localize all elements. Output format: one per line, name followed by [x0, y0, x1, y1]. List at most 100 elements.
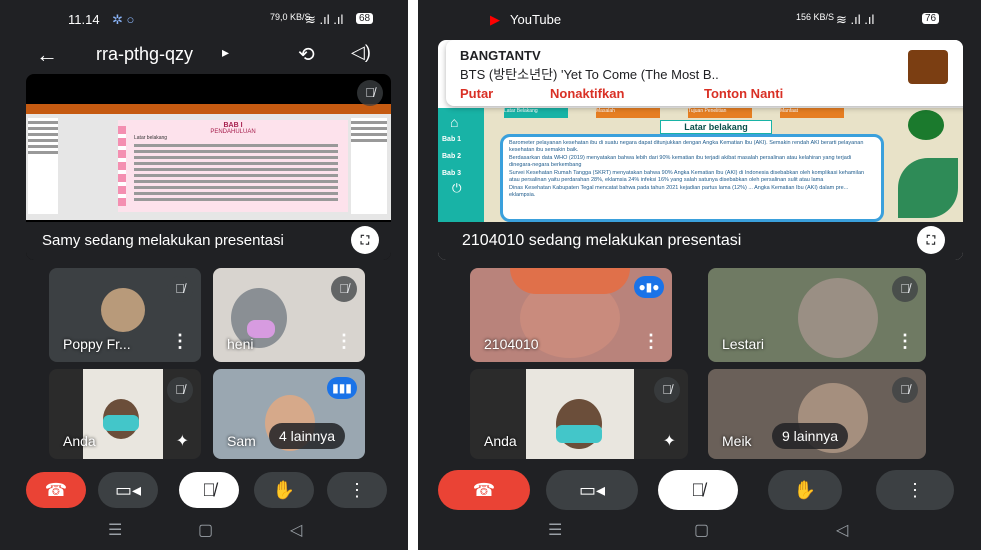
signal-icon: ≋ .ıl .ıl — [305, 12, 344, 27]
participant-tile[interactable]: ●▮● 2104010 ⋮ — [470, 268, 672, 362]
presentation-caption: Samy sedang melakukan presentasi — [42, 232, 284, 249]
hangup-button[interactable]: ☎ — [26, 472, 86, 508]
participant-name: Lestari — [722, 336, 765, 352]
notification-channel: BANGTANTV — [460, 48, 541, 63]
switch-camera-icon[interactable]: ⟲ — [298, 42, 315, 67]
phone-hangup-icon: ☎ — [44, 480, 68, 500]
slide-tab: Masalah — [596, 108, 660, 118]
participant-name: Anda — [484, 433, 517, 449]
more-button[interactable]: ⋮ — [876, 470, 954, 510]
participant-tile[interactable]: 🎙̸ Lestari ⋮ — [708, 268, 926, 362]
slide-tab: Manfaat — [780, 108, 844, 118]
watch-later-action[interactable]: Tonton Nanti — [704, 86, 783, 101]
mic-off-icon: 🎙̸ — [892, 377, 918, 403]
slide-bullet: Barometer pelayanan kesehatan ibu di sua… — [509, 140, 864, 153]
participant-tile[interactable]: ▮▮▮ Sam 4 lainnya — [213, 369, 365, 459]
university-logo-icon — [908, 110, 944, 140]
mic-off-icon: 🎙̸ — [167, 377, 193, 403]
battery-icon: 76 — [922, 13, 940, 24]
mic-button[interactable]: 🎙̸ — [179, 472, 239, 508]
participant-name: heni — [227, 336, 254, 352]
slide-heading: Latar belakang — [660, 120, 772, 134]
slide-heading: Latar belakang — [134, 135, 168, 141]
mic-button[interactable]: 🎙̸ — [658, 470, 738, 510]
chevron-right-icon[interactable]: ▸ — [222, 44, 229, 61]
recents-icon[interactable]: ☰ — [548, 520, 562, 540]
signal-icon: ≋ .ıl .ıl — [836, 12, 875, 27]
settings-icon: ✲ ○ — [112, 12, 135, 27]
participant-tile[interactable]: 🎙̸ Anda ✦ — [470, 369, 688, 459]
mic-off-icon: 🎙̸ — [691, 480, 705, 500]
video-feed — [526, 369, 634, 459]
more-icon: ⋮ — [348, 480, 366, 500]
mic-off-icon: 🎙̸ — [654, 377, 680, 403]
fullscreen-icon[interactable]: ⛶ — [351, 226, 379, 254]
home-icon[interactable]: ▢ — [694, 520, 709, 540]
mic-off-icon: 🎙̸ — [202, 480, 216, 500]
slide-tab: Tujuan Penelitian — [688, 108, 752, 118]
slide-page: BAB I PENDAHULUAN Latar belakang — [118, 120, 348, 212]
participant-name: Sam — [227, 433, 256, 449]
raise-hand-button[interactable]: ✋ — [768, 470, 842, 510]
back-icon[interactable]: ◁ — [836, 520, 848, 540]
effects-icon[interactable]: ✦ — [176, 431, 189, 451]
more-options-icon[interactable]: ⋮ — [896, 331, 914, 352]
hangup-button[interactable]: ☎ — [438, 470, 530, 510]
play-action[interactable]: Putar — [460, 86, 493, 101]
right-phone-screen: ▶ YouTube 156 KB/S ≋ .ıl .ıl 76 ⌂ Bab 1 … — [418, 0, 981, 550]
slide-side-panel — [351, 118, 387, 214]
hand-icon: ✋ — [272, 480, 296, 500]
battery-icon: 68 — [356, 13, 374, 24]
sidebar-item: Bab 2 — [442, 153, 462, 160]
participant-name: 2104010 — [484, 336, 539, 352]
camera-button[interactable]: ▭◂ — [546, 470, 638, 510]
notification-title: BTS (방탄소년단) 'Yet To Come (The Most B.. — [460, 67, 719, 82]
shared-slide: ⌂ Bab 1 Bab 2 Bab 3 ⏻ Latar Belakang Mas… — [438, 108, 963, 226]
more-options-icon[interactable]: ⋮ — [335, 331, 353, 352]
back-arrow-icon[interactable]: ← — [36, 42, 58, 68]
participant-name: Anda — [63, 433, 96, 449]
mic-off-icon: 🎙̸ — [892, 276, 918, 302]
power-icon: ⏻ — [452, 181, 462, 195]
recents-icon[interactable]: ☰ — [108, 520, 122, 540]
mic-off-icon: 🎙̸ — [331, 276, 357, 302]
home-icon[interactable]: ▢ — [198, 520, 213, 540]
presentation-tile[interactable]: ⌂ Bab 1 Bab 2 Bab 3 ⏻ Latar Belakang Mas… — [438, 40, 963, 260]
status-app: YouTube — [510, 12, 562, 27]
participant-tile[interactable]: 🎙̸ Meik 9 lainnya — [708, 369, 926, 459]
speaker-icon[interactable]: ◁) — [351, 42, 371, 63]
more-icon: ⋮ — [906, 480, 924, 500]
camera-icon: ▭◂ — [114, 480, 142, 500]
presentation-caption: 2104010 sedang melakukan presentasi — [462, 232, 742, 249]
more-options-icon[interactable]: ⋮ — [171, 331, 189, 352]
slide-tabs: Latar Belakang Masalah Tujuan Penelitian… — [504, 108, 924, 118]
android-navbar: ☰ ▢ ◁ — [0, 510, 408, 550]
effects-icon[interactable]: ✦ — [663, 431, 676, 451]
youtube-icon: ▶ — [490, 12, 500, 27]
others-count[interactable]: 9 lainnya — [772, 423, 849, 449]
more-options-icon[interactable]: ⋮ — [642, 331, 660, 352]
participant-tile[interactable]: 🎙̸ Poppy Fr... ⋮ — [49, 268, 201, 362]
participant-tile[interactable]: 🎙̸ heni ⋮ — [213, 268, 365, 362]
camera-button[interactable]: ▭◂ — [98, 472, 158, 508]
back-icon[interactable]: ◁ — [290, 520, 302, 540]
disable-action[interactable]: Nonaktifkan — [550, 86, 624, 101]
meeting-code[interactable]: rra-pthg-qzy — [96, 44, 193, 65]
presentation-tile[interactable]: BAB I PENDAHULUAN Latar belakang 🎙̸ Samy… — [26, 74, 391, 260]
participant-tile[interactable]: 🎙̸ Anda ✦ — [49, 369, 201, 459]
mic-off-icon: 🎙̸ — [167, 276, 193, 302]
hand-icon: ✋ — [793, 480, 817, 500]
video-feed — [798, 278, 878, 358]
camera-icon: ▭◂ — [578, 480, 606, 500]
others-count[interactable]: 4 lainnya — [269, 423, 346, 449]
fullscreen-icon[interactable]: ⛶ — [917, 226, 945, 254]
network-speed: 156 KB/S — [796, 12, 835, 22]
slide-bullet: Berdasarkan data WHO (2019) menyatakan b… — [509, 155, 852, 168]
youtube-notification[interactable]: BANGTANTV BTS (방탄소년단) 'Yet To Come (The … — [446, 40, 963, 106]
sidebar-item: Bab 3 — [442, 170, 462, 177]
presentation-caption-bar: Samy sedang melakukan presentasi ⛶ — [26, 222, 391, 260]
android-navbar: ☰ ▢ ◁ — [418, 510, 981, 550]
more-button[interactable]: ⋮ — [327, 472, 387, 508]
raise-hand-button[interactable]: ✋ — [254, 472, 314, 508]
slide-title: BAB I — [223, 122, 243, 129]
